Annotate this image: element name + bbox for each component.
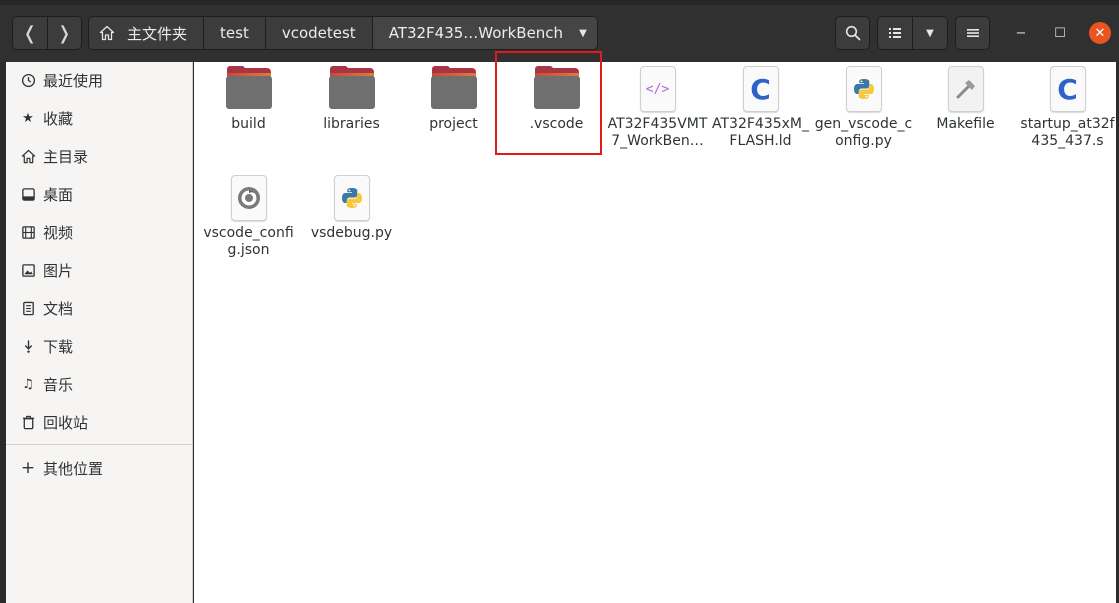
breadcrumb-label: AT32F435…WorkBench: [388, 24, 564, 42]
maximize-button[interactable]: ☐: [1049, 22, 1071, 44]
hamburger-menu-icon: [966, 29, 979, 37]
image-icon: [20, 262, 36, 278]
close-icon: ✕: [1094, 25, 1106, 41]
file-name: libraries: [323, 116, 380, 132]
breadcrumb-home[interactable]: 主文件夹: [89, 17, 203, 49]
sidebar-item-label: 音乐: [43, 375, 74, 394]
list-view-icon: [889, 28, 901, 38]
sidebar-item-documents[interactable]: 文档: [6, 290, 193, 326]
sidebar-item-desktop[interactable]: 桌面: [6, 176, 193, 212]
sidebar-item-downloads[interactable]: 下载: [6, 328, 193, 364]
close-button[interactable]: ✕: [1089, 22, 1111, 44]
vscode-highlight-box: [495, 51, 602, 155]
chevron-down-icon[interactable]: ▼: [579, 28, 587, 39]
file-item-vscode-config-json[interactable]: vscode_config.json: [197, 171, 300, 259]
sidebar-item-pictures[interactable]: 图片: [6, 252, 193, 288]
breadcrumb-vcodetest[interactable]: vcodetest: [264, 17, 372, 49]
home-icon: [99, 25, 115, 41]
file-item-workbench-html[interactable]: </> AT32F435VMT7_WorkBen…: [606, 62, 709, 150]
star-icon: ★: [22, 110, 34, 126]
c-source-icon: C: [737, 65, 785, 113]
home-icon: [20, 148, 36, 164]
file-item-flash-ld[interactable]: C AT32F435xM_FLASH.ld: [709, 62, 812, 150]
sidebar-item-videos[interactable]: 视频: [6, 214, 193, 250]
plus-icon: +: [20, 458, 36, 478]
sidebar-divider: [6, 444, 193, 445]
file-item-vsdebug-py[interactable]: vsdebug.py: [300, 171, 403, 242]
video-icon: [20, 224, 36, 240]
sidebar-item-label: 回收站: [43, 413, 89, 432]
file-name: gen_vscode_config.py: [814, 116, 913, 149]
sidebar-item-label: 文档: [43, 299, 74, 318]
folder-icon: [430, 65, 478, 113]
sidebar-item-label: 其他位置: [43, 459, 104, 478]
file-name: vsdebug.py: [310, 225, 393, 241]
file-item-project[interactable]: project: [402, 62, 505, 133]
search-icon: [845, 25, 860, 41]
file-item-libraries[interactable]: libraries: [300, 62, 403, 133]
folder-icon: [328, 65, 376, 113]
maximize-icon: ☐: [1054, 25, 1066, 41]
sidebar: 最近使用 ★ 收藏 主目录 桌面 视频 图片 文档 下载 ♫ 音乐 回收站 + …: [6, 62, 193, 603]
sidebar-item-label: 下载: [43, 337, 74, 356]
file-name: AT32F435xM_FLASH.ld: [712, 116, 809, 149]
chevron-left-icon: ❬: [22, 22, 38, 44]
clock-icon: [20, 72, 36, 88]
file-name: AT32F435VMT7_WorkBen…: [607, 116, 708, 149]
sidebar-item-other-locations[interactable]: + 其他位置: [6, 450, 193, 486]
python-icon: [328, 174, 376, 222]
file-name: Makefile: [936, 116, 995, 132]
breadcrumb-test[interactable]: test: [203, 17, 265, 49]
chevron-right-icon: ❭: [56, 22, 72, 44]
sidebar-item-label: 收藏: [43, 109, 74, 128]
sidebar-item-home[interactable]: 主目录: [6, 138, 193, 174]
sidebar-item-label: 最近使用: [43, 71, 104, 90]
music-icon: ♫: [22, 376, 34, 392]
sidebar-item-trash[interactable]: 回收站: [6, 404, 193, 440]
top-edge: [0, 0, 1119, 5]
sidebar-item-label: 主目录: [43, 147, 89, 166]
download-icon: [20, 338, 36, 354]
file-name: build: [231, 116, 266, 132]
c-source-icon: C: [1044, 65, 1092, 113]
list-view-button[interactable]: [878, 17, 912, 49]
document-icon: [20, 300, 36, 316]
folder-icon: [225, 65, 273, 113]
minimize-button[interactable]: −: [1010, 22, 1032, 44]
nav-buttons: ❬ ❭: [12, 16, 82, 50]
view-options-button[interactable]: ▼: [912, 17, 947, 49]
chevron-down-icon: ▼: [926, 27, 934, 39]
python-icon: [840, 65, 888, 113]
breadcrumb-label: 主文件夹: [127, 24, 188, 43]
sidebar-item-music[interactable]: ♫ 音乐: [6, 366, 193, 402]
file-name: startup_at32f435_437.s: [1020, 116, 1115, 149]
back-button[interactable]: ❬: [13, 17, 47, 49]
sidebar-item-recent[interactable]: 最近使用: [6, 62, 193, 98]
sidebar-item-label: 桌面: [43, 185, 74, 204]
sidebar-item-label: 图片: [43, 261, 74, 280]
html-file-icon: </>: [634, 65, 682, 113]
menu-button[interactable]: [955, 16, 990, 50]
breadcrumb-current[interactable]: AT32F435…WorkBench ▼: [371, 17, 597, 49]
makefile-icon: [942, 65, 990, 113]
json-icon: [225, 174, 273, 222]
file-item-makefile[interactable]: Makefile: [914, 62, 1017, 133]
breadcrumb: 主文件夹 test vcodetest AT32F435…WorkBench ▼: [88, 16, 598, 50]
view-toggle-group: ▼: [877, 16, 948, 50]
trash-icon: [20, 414, 36, 430]
file-item-startup-s[interactable]: C startup_at32f435_437.s: [1016, 62, 1119, 150]
file-name: vscode_config.json: [203, 225, 294, 258]
breadcrumb-label: vcodetest: [281, 24, 356, 42]
minimize-icon: −: [1015, 25, 1027, 41]
desktop-icon: [20, 186, 36, 202]
sidebar-item-starred[interactable]: ★ 收藏: [6, 100, 193, 136]
file-view: build libraries project .vscode </> AT32…: [194, 62, 1116, 603]
search-button[interactable]: [835, 16, 870, 50]
breadcrumb-label: test: [220, 24, 249, 42]
sidebar-item-label: 视频: [43, 223, 74, 242]
file-item-gen-vscode-config[interactable]: gen_vscode_config.py: [812, 62, 915, 150]
forward-button[interactable]: ❭: [46, 17, 82, 49]
file-name: project: [429, 116, 478, 132]
file-item-build[interactable]: build: [197, 62, 300, 133]
